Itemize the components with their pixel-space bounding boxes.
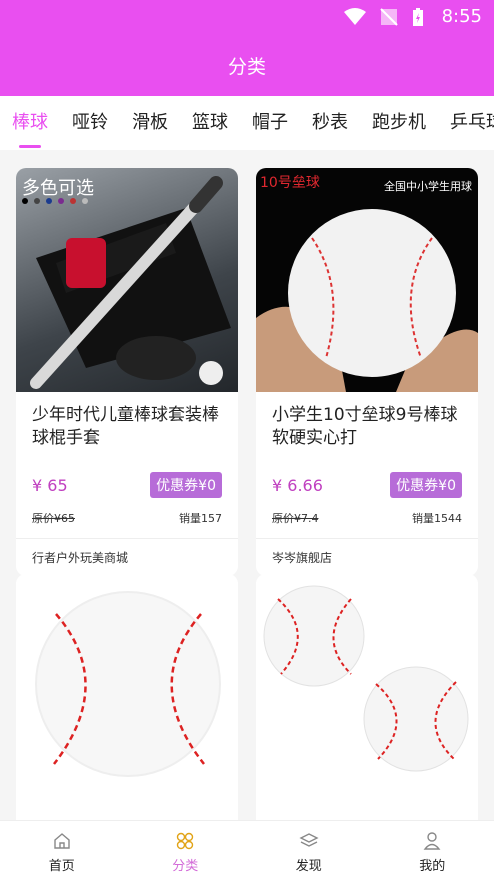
price-row: ¥ 65 优惠券¥0 xyxy=(32,472,222,498)
store-name[interactable]: 岑岑旗舰店 xyxy=(256,538,478,576)
original-price: 原价¥7.4 xyxy=(272,512,319,525)
nav-home[interactable]: 首页 xyxy=(0,821,124,884)
product-card[interactable]: 10号垒球 全国中小学生用球 小学生10寸垒球9号棒球软硬实心打 ¥ 6.66 … xyxy=(256,168,478,576)
tab-pingpong[interactable]: 乒乓球 xyxy=(438,96,494,150)
status-icons xyxy=(344,7,424,27)
layers-icon xyxy=(299,833,319,847)
image-overlay-text-right: 全国中小学生用球 xyxy=(384,180,472,193)
product-title: 少年时代儿童棒球套装棒球棍手套 xyxy=(32,405,219,448)
app-header: 8:55 分类 xyxy=(0,0,494,96)
user-icon xyxy=(423,832,441,850)
status-bar: 8:55 xyxy=(0,0,494,34)
tab-skateboard[interactable]: 滑板 xyxy=(120,96,180,150)
color-dots xyxy=(22,198,88,204)
product-info: 小学生10寸垒球9号棒球软硬实心打 ¥ 6.66 优惠券¥0 原价¥7.4 销量… xyxy=(256,392,478,526)
store-name[interactable]: 行者户外玩美商城 xyxy=(16,538,238,576)
softball-in-hand-illustration xyxy=(256,209,478,392)
original-price: 原价¥65 xyxy=(32,512,75,525)
nav-label: 我的 xyxy=(419,859,446,874)
status-time: 8:55 xyxy=(441,6,482,27)
coupon-badge[interactable]: 优惠券¥0 xyxy=(150,472,222,498)
coupon-badge[interactable]: 优惠券¥0 xyxy=(390,472,462,498)
tab-treadmill[interactable]: 跑步机 xyxy=(360,96,438,150)
nav-category[interactable]: 分类 xyxy=(124,821,248,884)
category-icon xyxy=(177,832,194,850)
price-row: ¥ 6.66 优惠券¥0 xyxy=(272,472,462,498)
category-tabs: 棒球 哑铃 滑板 篮球 帽子 秒表 跑步机 乒乓球 xyxy=(0,96,494,150)
nav-label: 发现 xyxy=(295,859,322,874)
baseball-illustration xyxy=(35,591,221,777)
battery-icon xyxy=(413,8,423,26)
tab-baseball[interactable]: 棒球 xyxy=(0,96,60,150)
product-info: 少年时代儿童棒球套装棒球棍手套 ¥ 65 优惠券¥0 原价¥65 销量157 xyxy=(16,392,238,526)
sales-count: 销量1544 xyxy=(412,512,462,525)
home-icon xyxy=(54,833,70,849)
two-baseballs-illustration xyxy=(263,585,469,772)
product-card[interactable] xyxy=(256,574,478,834)
tab-stopwatch[interactable]: 秒表 xyxy=(300,96,360,150)
product-price: ¥ 6.66 xyxy=(272,475,323,495)
image-overlay-text: 多色可选 xyxy=(22,178,94,199)
nav-profile[interactable]: 我的 xyxy=(371,821,494,884)
product-image xyxy=(16,574,238,834)
product-image xyxy=(256,574,478,834)
product-card[interactable] xyxy=(16,574,238,834)
product-image: 10号垒球 全国中小学生用球 xyxy=(256,168,478,392)
tab-basketball[interactable]: 篮球 xyxy=(180,96,240,150)
tab-dumbbell[interactable]: 哑铃 xyxy=(60,96,120,150)
meta-row: 原价¥65 销量157 xyxy=(32,510,222,526)
sales-count: 销量157 xyxy=(179,512,222,525)
bottom-nav: 首页 分类 发现 我的 xyxy=(0,820,494,884)
no-signal-icon xyxy=(380,8,398,26)
wifi-icon xyxy=(344,8,366,25)
nav-label: 分类 xyxy=(172,859,199,874)
nav-discover[interactable]: 发现 xyxy=(247,821,371,884)
meta-row: 原价¥7.4 销量1544 xyxy=(272,510,462,526)
image-overlay-text: 10号垒球 xyxy=(260,175,320,191)
product-image: 多色可选 xyxy=(16,168,238,392)
product-price: ¥ 65 xyxy=(32,475,68,495)
product-title: 小学生10寸垒球9号棒球软硬实心打 xyxy=(272,405,458,448)
page-title: 分类 xyxy=(227,56,266,78)
tab-hat[interactable]: 帽子 xyxy=(240,96,300,150)
product-card[interactable]: 多色可选 少年时代儿童棒球套装棒球棍手套 ¥ 65 优惠券¥0 原价¥65 销量… xyxy=(16,168,238,576)
nav-label: 首页 xyxy=(48,859,75,874)
